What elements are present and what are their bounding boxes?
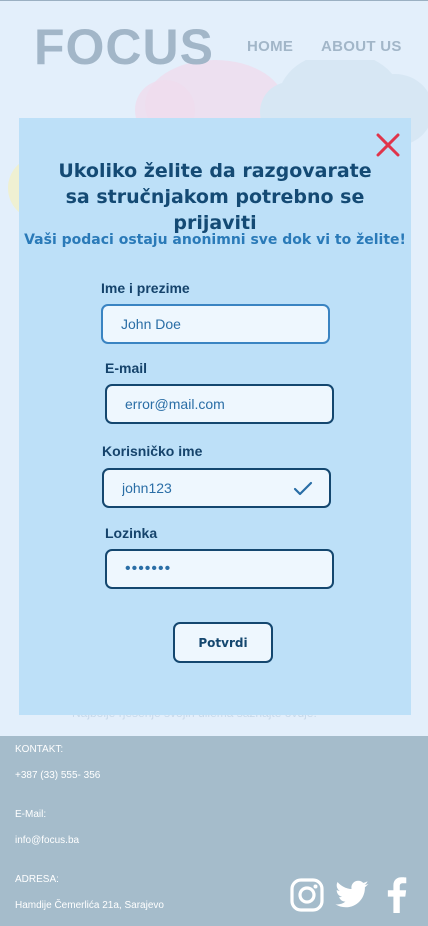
logo[interactable]: FOCUS xyxy=(34,18,214,76)
nav-about-us[interactable]: ABOUT US xyxy=(321,38,402,55)
password-field[interactable] xyxy=(105,549,334,589)
modal-subtitle: Vaši podaci ostaju anonimni sve dok vi t… xyxy=(24,232,406,248)
submit-button[interactable]: Potvrdi xyxy=(173,622,273,663)
email-label: E-Mail: xyxy=(15,809,47,820)
top-border xyxy=(0,0,428,1)
instagram-icon[interactable] xyxy=(290,877,324,913)
name-field[interactable] xyxy=(101,304,330,344)
nav-home[interactable]: HOME xyxy=(247,38,293,55)
phone-number[interactable]: +387 (33) 555- 356 xyxy=(15,770,100,781)
login-modal: Ukoliko želite da razgovarate sa stručnj… xyxy=(19,118,411,715)
email-label: E-mail xyxy=(105,360,148,376)
name-input[interactable] xyxy=(103,306,328,342)
twitter-icon[interactable] xyxy=(332,877,372,913)
email-input[interactable] xyxy=(107,386,332,422)
email-address[interactable]: info@focus.ba xyxy=(15,835,79,846)
modal-title: Ukoliko želite da razgovarate sa stručnj… xyxy=(58,160,372,234)
password-input[interactable] xyxy=(107,551,332,587)
email-field[interactable] xyxy=(105,384,334,424)
password-label: Lozinka xyxy=(105,525,158,541)
facebook-icon[interactable] xyxy=(384,877,410,913)
name-label: Ime i prezime xyxy=(101,280,190,296)
username-label: Korisničko ime xyxy=(102,443,203,459)
close-icon[interactable] xyxy=(375,132,401,158)
footer: KONTAKT: +387 (33) 555- 356 E-Mail: info… xyxy=(0,736,428,926)
check-icon xyxy=(293,481,313,496)
contact-label: KONTAKT: xyxy=(15,744,64,755)
username-field[interactable] xyxy=(102,468,331,508)
address-label: ADRESA: xyxy=(15,874,59,885)
address: Hamdije Čemerlića 21a, Sarajevo xyxy=(15,900,164,911)
